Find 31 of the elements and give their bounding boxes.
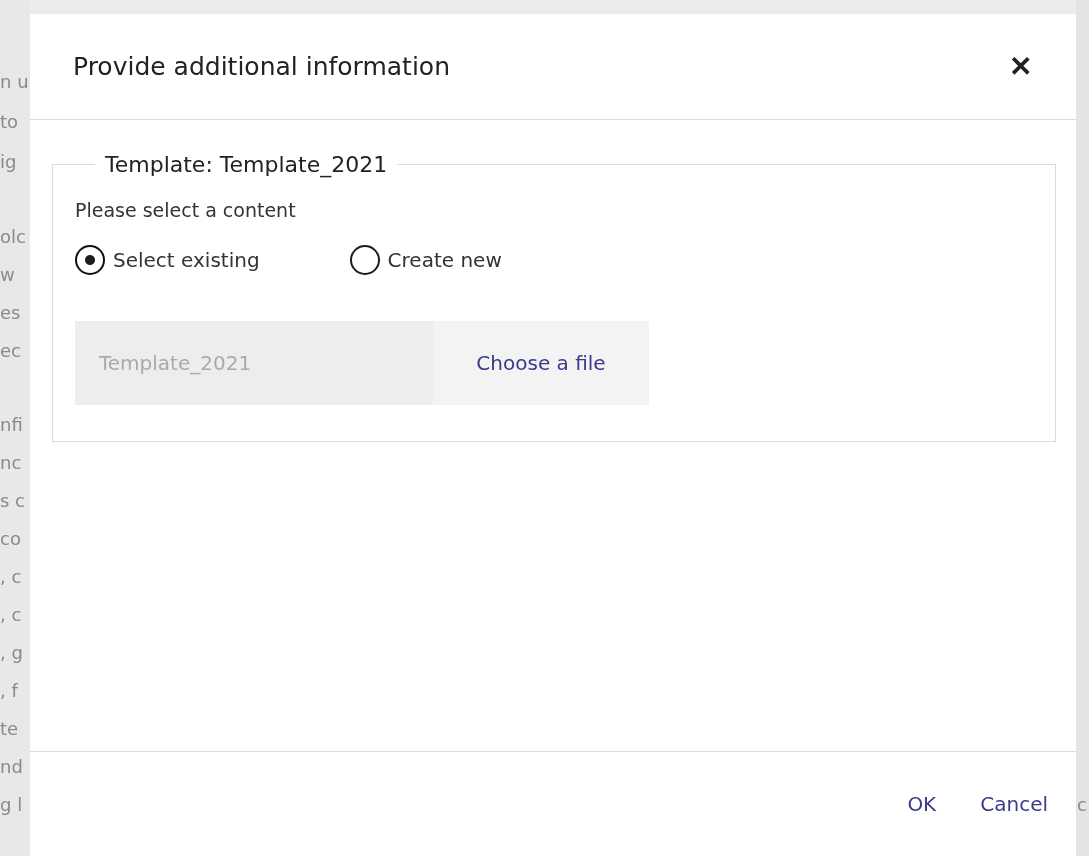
background-text: g l <box>0 793 24 817</box>
dialog-title: Provide additional information <box>73 52 450 81</box>
cancel-button[interactable]: Cancel <box>968 786 1060 822</box>
background-text: , f <box>0 679 20 703</box>
background-text: , c <box>0 603 23 627</box>
fieldset-legend: Template: Template_2021 <box>95 152 398 177</box>
close-button[interactable]: ✕ <box>1009 50 1032 83</box>
prompt-text: Please select a content <box>75 199 297 221</box>
background-text: , g <box>0 641 24 665</box>
background-text: w <box>0 263 16 287</box>
file-name-field[interactable]: Template_2021 <box>75 321 433 405</box>
background-text: es <box>0 301 22 325</box>
radio-label[interactable]: Select existing <box>113 248 260 272</box>
background-text: n u <box>0 70 30 94</box>
radio-button[interactable] <box>75 245 105 275</box>
background-text: ig <box>0 150 18 174</box>
background-text: , c <box>0 565 23 589</box>
background-text: co <box>0 527 22 551</box>
background-text: nfi <box>0 413 24 437</box>
background-text: te <box>0 717 20 741</box>
background-text: s c <box>0 489 26 513</box>
radio-button[interactable] <box>349 245 380 275</box>
background-text: ec <box>0 339 22 363</box>
background-text: to <box>0 110 20 134</box>
background-text: c <box>1077 794 1087 815</box>
background-text: nc <box>0 451 23 475</box>
radio-label[interactable]: Create new <box>387 248 502 272</box>
background-text: olc <box>0 225 27 249</box>
ok-button[interactable]: OK <box>895 786 949 822</box>
background-text: nd <box>0 755 24 779</box>
choose-file-button[interactable]: Choose a file <box>433 321 649 405</box>
